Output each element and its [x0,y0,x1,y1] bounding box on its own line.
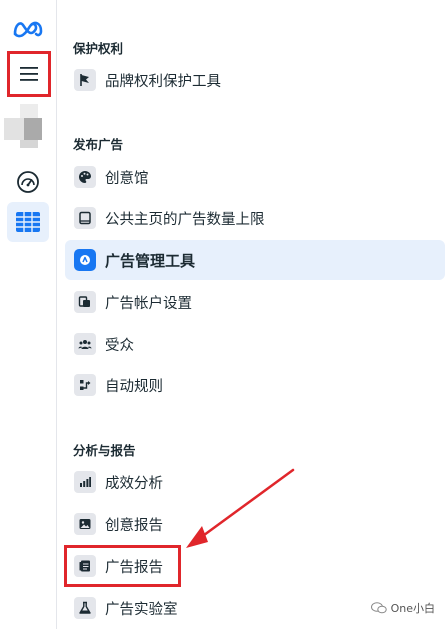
watermark: One小白 [370,600,435,616]
flask-icon [74,597,96,619]
tablet-icon [74,207,96,229]
gauge-icon[interactable] [13,167,43,197]
menu-item-ad-account-settings[interactable]: 广告帐户设置 [65,282,445,322]
menu-item-label: 广告实验室 [105,601,178,618]
ads-manager-icon [74,249,96,271]
menu-item-label: 自动规则 [105,378,163,395]
bar-chart-icon [74,471,96,493]
audience-icon [74,333,96,355]
highlight-box [64,545,181,587]
section-title-protect-rights: 保护权利 [73,41,124,56]
meta-logo-icon[interactable] [12,19,44,39]
menu-item-page-ad-limit[interactable]: 公共主页的广告数量上限 [65,198,445,238]
menu-item-performance-analysis[interactable]: 成效分析 [65,462,445,502]
menu-item-label: 公共主页的广告数量上限 [105,211,265,228]
menu-item-label: 成效分析 [105,475,163,492]
account-settings-icon [74,291,96,313]
watermark-text: One小白 [390,602,435,615]
menu-item-label: 品牌权利保护工具 [105,73,221,90]
menu-item-creative-hub[interactable]: 创意馆 [65,157,445,197]
flag-icon [74,69,96,91]
image-report-icon [74,513,96,535]
hamburger-menu-icon [20,67,38,81]
menu-item-automated-rules[interactable]: 自动规则 [65,365,445,405]
hamburger-menu-button[interactable] [7,51,51,97]
table-grid-icon [16,212,40,232]
menu-item-creative-report[interactable]: 创意报告 [65,504,445,544]
section-title-analyze-report: 分析与报告 [73,443,136,458]
menu-panel: 保护权利 品牌权利保护工具 发布广告 创意馆 公共主页的广告数量上限 广告管理工… [57,0,447,629]
automated-rules-icon [74,374,96,396]
menu-item-ads-manager[interactable]: 广告管理工具 [65,240,445,280]
section-title-publish-ads: 发布广告 [73,137,124,152]
wechat-icon [370,602,387,614]
left-rail [0,0,57,629]
menu-item-brand-rights[interactable]: 品牌权利保护工具 [65,60,445,100]
menu-item-label: 创意馆 [105,170,149,187]
menu-item-label: 广告管理工具 [105,251,196,270]
menu-item-label: 受众 [105,337,134,354]
table-grid-button[interactable] [7,202,49,242]
menu-item-audiences[interactable]: 受众 [65,324,445,364]
blurred-avatar[interactable] [4,104,42,148]
menu-item-label: 广告帐户设置 [105,295,192,312]
menu-item-label: 创意报告 [105,517,163,534]
palette-icon [74,166,96,188]
